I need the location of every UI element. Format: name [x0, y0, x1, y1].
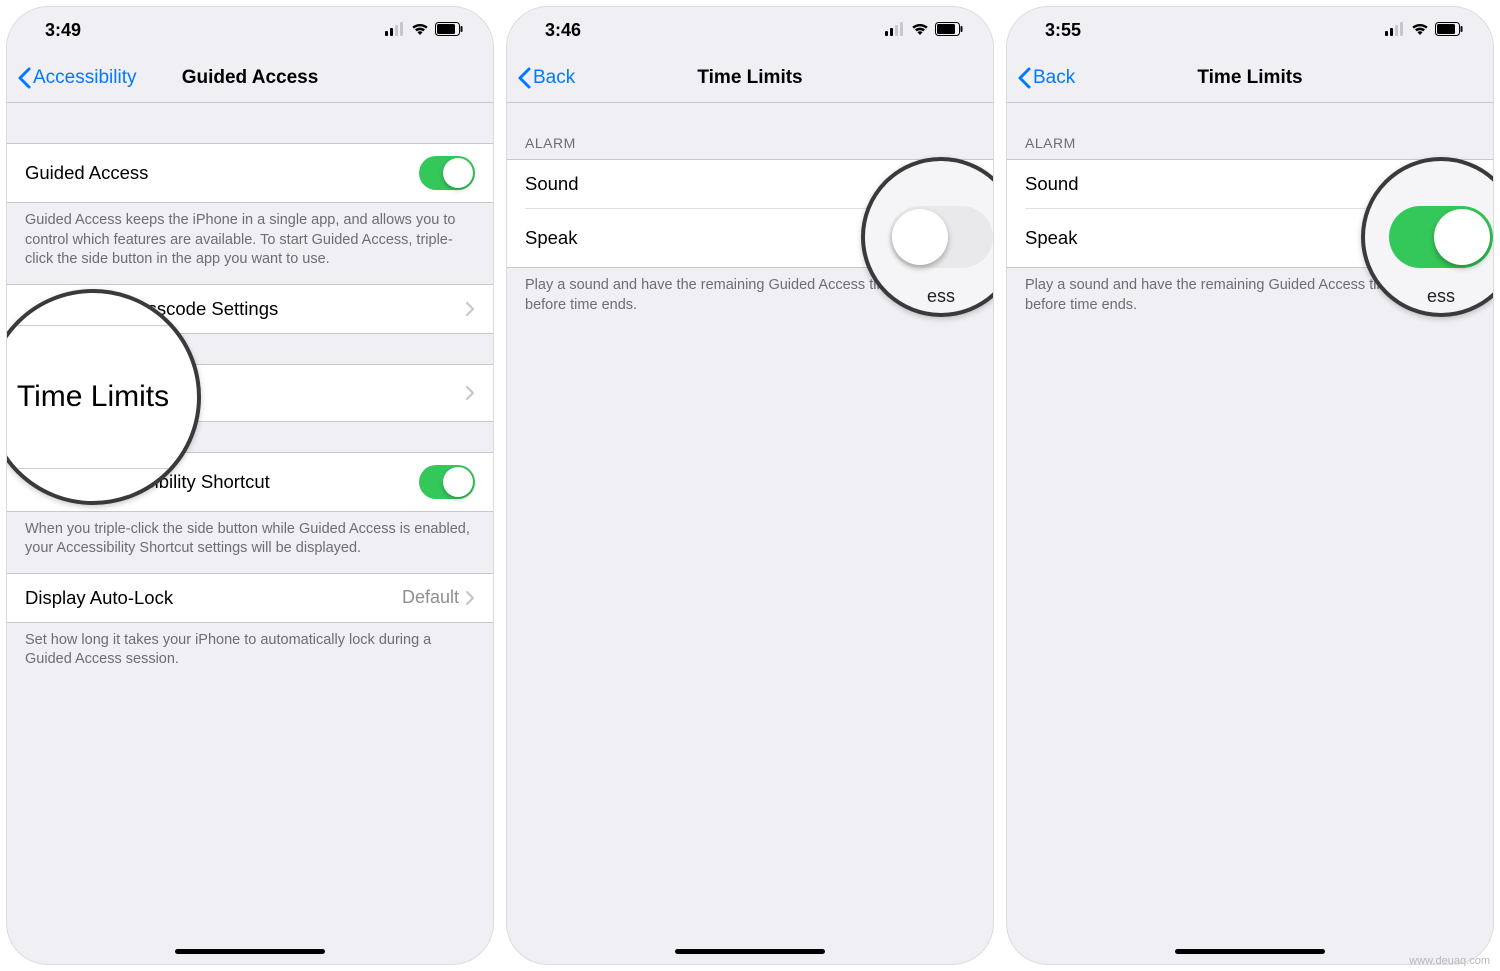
- guided-access-toggle[interactable]: [419, 156, 475, 190]
- battery-icon: [1435, 20, 1463, 41]
- wifi-icon: [1411, 20, 1429, 41]
- magnified-toggle: [1389, 206, 1493, 268]
- watermark: www.deuaq.com: [1409, 955, 1490, 967]
- magnifier-label: Time Limits: [6, 380, 197, 414]
- chevron-right-icon: [465, 590, 475, 606]
- back-label: Back: [533, 67, 575, 89]
- display-auto-lock-cell[interactable]: Display Auto-Lock Default: [7, 574, 493, 622]
- nav-title: Guided Access: [182, 67, 319, 89]
- signal-icon: [385, 20, 405, 41]
- status-indicators: [385, 20, 463, 41]
- status-time: 3:55: [1045, 20, 1081, 41]
- shortcut-footer: When you triple-click the side button wh…: [7, 512, 493, 573]
- guided-access-toggle-group: Guided Access: [7, 143, 493, 203]
- status-bar: 3:46: [507, 7, 993, 53]
- status-indicators: [885, 20, 963, 41]
- cell-label: Speak: [1025, 227, 1419, 249]
- status-time: 3:49: [45, 20, 81, 41]
- status-indicators: [1385, 20, 1463, 41]
- cell-label: Speak: [525, 227, 919, 249]
- signal-icon: [1385, 20, 1405, 41]
- magnified-toggle: [889, 206, 993, 268]
- settings-content: Guided Access Guided Access keeps the iP…: [7, 103, 493, 964]
- cell-value: Default: [402, 587, 459, 608]
- toggle-knob: [892, 209, 948, 265]
- home-indicator[interactable]: [175, 949, 325, 954]
- phone-screen-guided-access: 3:49 Accessibility Guided Access Guided …: [6, 6, 494, 965]
- battery-icon: [435, 20, 463, 41]
- toggle-knob: [443, 158, 473, 188]
- status-time: 3:46: [545, 20, 581, 41]
- status-bar: 3:55: [1007, 7, 1493, 53]
- magnifier-edge-text: ess: [927, 286, 955, 307]
- autolock-group: Display Auto-Lock Default: [7, 573, 493, 623]
- accessibility-shortcut-toggle[interactable]: [419, 465, 475, 499]
- home-indicator[interactable]: [1175, 949, 1325, 954]
- back-label: Accessibility: [33, 67, 136, 89]
- toggle-knob: [1434, 209, 1490, 265]
- chevron-left-icon: [517, 67, 531, 89]
- back-button[interactable]: Accessibility: [17, 67, 136, 89]
- magnifier-edge-text: ess: [1427, 286, 1455, 307]
- nav-bar: Back Time Limits: [1007, 53, 1493, 103]
- alarm-section-header: ALARM: [1007, 103, 1493, 159]
- nav-title: Time Limits: [1197, 67, 1302, 89]
- autolock-footer: Set how long it takes your iPhone to aut…: [7, 623, 493, 684]
- guided-access-toggle-cell[interactable]: Guided Access: [7, 144, 493, 202]
- toggle-knob: [443, 467, 473, 497]
- back-button[interactable]: Back: [517, 67, 575, 89]
- wifi-icon: [911, 20, 929, 41]
- back-button[interactable]: Back: [1017, 67, 1075, 89]
- cell-label: Display Auto-Lock: [25, 587, 402, 609]
- chevron-left-icon: [1017, 67, 1031, 89]
- battery-icon: [935, 20, 963, 41]
- nav-title: Time Limits: [697, 67, 802, 89]
- nav-bar: Back Time Limits: [507, 53, 993, 103]
- chevron-right-icon: [465, 301, 475, 317]
- phone-screen-time-limits-on: 3:55 Back Time Limits ALARM Sound Speak …: [1006, 6, 1494, 965]
- phone-screen-time-limits-off: 3:46 Back Time Limits ALARM Sound Speak …: [506, 6, 994, 965]
- wifi-icon: [411, 20, 429, 41]
- cell-label: Guided Access: [25, 162, 419, 184]
- alarm-section-header: ALARM: [507, 103, 993, 159]
- guided-access-footer: Guided Access keeps the iPhone in a sing…: [7, 203, 493, 284]
- signal-icon: [885, 20, 905, 41]
- chevron-right-icon: [465, 385, 475, 401]
- back-label: Back: [1033, 67, 1075, 89]
- nav-bar: Accessibility Guided Access: [7, 53, 493, 103]
- home-indicator[interactable]: [675, 949, 825, 954]
- chevron-left-icon: [17, 67, 31, 89]
- status-bar: 3:49: [7, 7, 493, 53]
